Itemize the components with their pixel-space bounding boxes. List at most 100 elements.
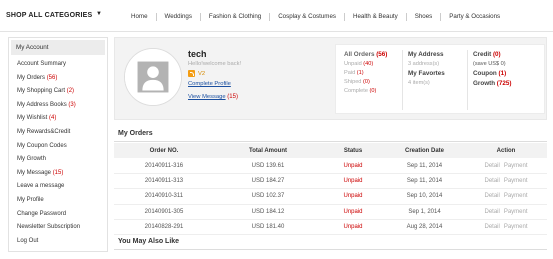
sidebar-menu: Account Summary My Orders (56) My Shoppi… bbox=[9, 55, 107, 248]
sidebar-item-wishlist[interactable]: My Wishlist (4) bbox=[9, 112, 107, 126]
also-like-divider bbox=[114, 249, 547, 250]
sidebar-item-leave-message[interactable]: Leave a message bbox=[9, 180, 107, 194]
payment-link[interactable]: Payment bbox=[504, 209, 528, 215]
sidebar-item-account-summary[interactable]: Account Summary bbox=[9, 58, 107, 72]
order-number: 20140828-291 bbox=[144, 224, 184, 231]
detail-link[interactable]: Detail bbox=[484, 209, 499, 215]
rss-icon bbox=[188, 70, 195, 77]
order-amount: USD 181.40 bbox=[251, 224, 285, 231]
payment-link[interactable]: Payment bbox=[504, 224, 528, 230]
orders-table-header: Order NO. Total Amount Status Creation D… bbox=[114, 143, 547, 159]
account-summary-panel: tech Hello!welcome back! V2 Complete Pro… bbox=[114, 37, 547, 120]
sidebar-item-my-orders[interactable]: My Orders (56) bbox=[9, 72, 107, 86]
order-number: 20140901-305 bbox=[144, 208, 184, 215]
avatar[interactable] bbox=[124, 48, 182, 106]
vip-level-label: V2 bbox=[198, 70, 206, 77]
order-actions: Detail Payment bbox=[465, 209, 547, 215]
order-actions: Detail Payment bbox=[465, 224, 547, 230]
my-favorites-link[interactable]: My Favortes bbox=[408, 70, 445, 80]
cart-count-badge: (2) bbox=[66, 88, 75, 95]
orders-count-badge: (56) bbox=[46, 74, 58, 81]
nav-fashion-clothing[interactable]: Fashion & Clothing bbox=[201, 13, 271, 21]
address-favorites-stats: My Address 3 address(s) My Favortes 4 it… bbox=[408, 51, 445, 89]
order-number: 20140911-316 bbox=[144, 162, 184, 169]
detail-link[interactable]: Detail bbox=[484, 163, 499, 169]
col-status: Status bbox=[343, 147, 363, 154]
col-order-no: Order NO. bbox=[149, 147, 179, 154]
order-amount: USD 139.61 bbox=[251, 162, 285, 169]
sidebar-item-rewards-credit[interactable]: My Rewards&Credit bbox=[9, 126, 107, 140]
orders-table: Order NO. Total Amount Status Creation D… bbox=[114, 143, 547, 236]
order-actions: Detail Payment bbox=[465, 193, 547, 199]
sidebar-item-shopping-cart[interactable]: My Shopping Cart (2) bbox=[9, 85, 107, 99]
order-number: 20140911-313 bbox=[144, 177, 184, 184]
sidebar-title: My Account bbox=[11, 40, 105, 55]
complete-orders-link[interactable]: Complete (0) bbox=[344, 88, 387, 97]
credit-savings: (save US$ 0) bbox=[473, 61, 506, 67]
vip-level: V2 bbox=[188, 70, 205, 77]
sidebar-item-newsletter[interactable]: Newsletter Subscription bbox=[9, 221, 107, 235]
my-address-link[interactable]: My Address bbox=[408, 51, 445, 61]
order-status: Unpaid bbox=[343, 208, 363, 215]
view-message-count: (15) bbox=[227, 94, 238, 100]
stats-divider bbox=[402, 50, 403, 110]
sidebar-item-log-out[interactable]: Log Out bbox=[9, 235, 107, 249]
unpaid-orders-link[interactable]: Unpaid (40) bbox=[344, 61, 387, 70]
shop-all-categories-menu[interactable]: SHOP ALL CATEGORIES bbox=[6, 12, 92, 19]
sidebar-item-address-books[interactable]: My Address Books (3) bbox=[9, 99, 107, 113]
order-amount: USD 184.27 bbox=[251, 177, 285, 184]
top-navigation-bar: SHOP ALL CATEGORIES ▼ Home Weddings Fash… bbox=[0, 0, 553, 32]
order-status: Unpaid bbox=[343, 193, 363, 200]
welcome-text: Hello!welcome back! bbox=[188, 61, 242, 67]
order-status: Unpaid bbox=[343, 224, 363, 231]
view-message-row: View Message (15) bbox=[188, 94, 238, 100]
nav-home[interactable]: Home bbox=[123, 13, 157, 21]
all-orders-link[interactable]: All Orders (56) bbox=[344, 51, 387, 61]
nav-health-beauty[interactable]: Health & Beauty bbox=[345, 13, 407, 21]
col-action: Action bbox=[496, 147, 516, 154]
order-amount: USD 184.12 bbox=[251, 208, 285, 215]
growth-link[interactable]: Growth (725) bbox=[473, 80, 512, 90]
sidebar-item-profile[interactable]: My Profile bbox=[9, 194, 107, 208]
order-actions: Detail Payment bbox=[465, 163, 547, 169]
sidebar-item-change-password[interactable]: Change Password bbox=[9, 208, 107, 222]
col-creation-date: Creation Date bbox=[404, 147, 444, 154]
table-row: 20140828-291 USD 181.40 Unpaid Aug 28, 2… bbox=[114, 220, 547, 236]
shipped-orders-link[interactable]: Shiped (0) bbox=[344, 79, 387, 88]
address-count-badge: (3) bbox=[68, 101, 76, 108]
paid-orders-link[interactable]: Paid (1) bbox=[344, 70, 387, 79]
table-row: 20140901-305 USD 184.12 Unpaid Sep 1, 20… bbox=[114, 205, 547, 220]
nav-weddings[interactable]: Weddings bbox=[157, 13, 201, 21]
order-date: Sep 10, 2014 bbox=[406, 193, 443, 200]
sidebar-item-coupon-codes[interactable]: My Coupon Codes bbox=[9, 140, 107, 154]
nav-shoes[interactable]: Shoes bbox=[407, 13, 442, 21]
order-date: Sep 11, 2014 bbox=[406, 177, 443, 184]
detail-link[interactable]: Detail bbox=[484, 224, 499, 230]
user-silhouette-icon bbox=[125, 49, 181, 105]
order-stats: All Orders (56) Unpaid (40) Paid (1) Shi… bbox=[344, 51, 387, 97]
favorites-count: 4 item(s) bbox=[408, 80, 430, 86]
orders-heading-divider bbox=[114, 141, 547, 142]
payment-link[interactable]: Payment bbox=[504, 193, 528, 199]
rewards-stats: Credit (0) (save US$ 0) Coupon (1) Growt… bbox=[473, 51, 512, 90]
sidebar-item-message[interactable]: My Message (15) bbox=[9, 167, 107, 181]
complete-profile-link[interactable]: Complete Profile bbox=[188, 81, 231, 87]
account-sidebar: My Account Account Summary My Orders (56… bbox=[8, 37, 108, 252]
address-count: 3 address(s) bbox=[408, 61, 440, 67]
order-status: Unpaid bbox=[343, 177, 363, 184]
sidebar-item-growth[interactable]: My Growth bbox=[9, 153, 107, 167]
order-date: Sep 11, 2014 bbox=[406, 162, 443, 169]
view-message-link[interactable]: View Message bbox=[188, 94, 226, 100]
payment-link[interactable]: Payment bbox=[504, 178, 528, 184]
coupon-link[interactable]: Coupon (1) bbox=[473, 70, 512, 80]
detail-link[interactable]: Detail bbox=[484, 193, 499, 199]
order-status: Unpaid bbox=[343, 162, 363, 169]
credit-link[interactable]: Credit (0) bbox=[473, 51, 512, 61]
chevron-down-icon[interactable]: ▼ bbox=[96, 11, 102, 17]
nav-party-occasions[interactable]: Party & Occasions bbox=[441, 13, 508, 21]
nav-cosplay-costumes[interactable]: Cosplay & Costumes bbox=[270, 13, 345, 21]
payment-link[interactable]: Payment bbox=[504, 163, 528, 169]
detail-link[interactable]: Detail bbox=[484, 178, 499, 184]
order-amount: USD 102.37 bbox=[251, 193, 285, 200]
main-nav: Home Weddings Fashion & Clothing Cosplay… bbox=[123, 13, 508, 21]
